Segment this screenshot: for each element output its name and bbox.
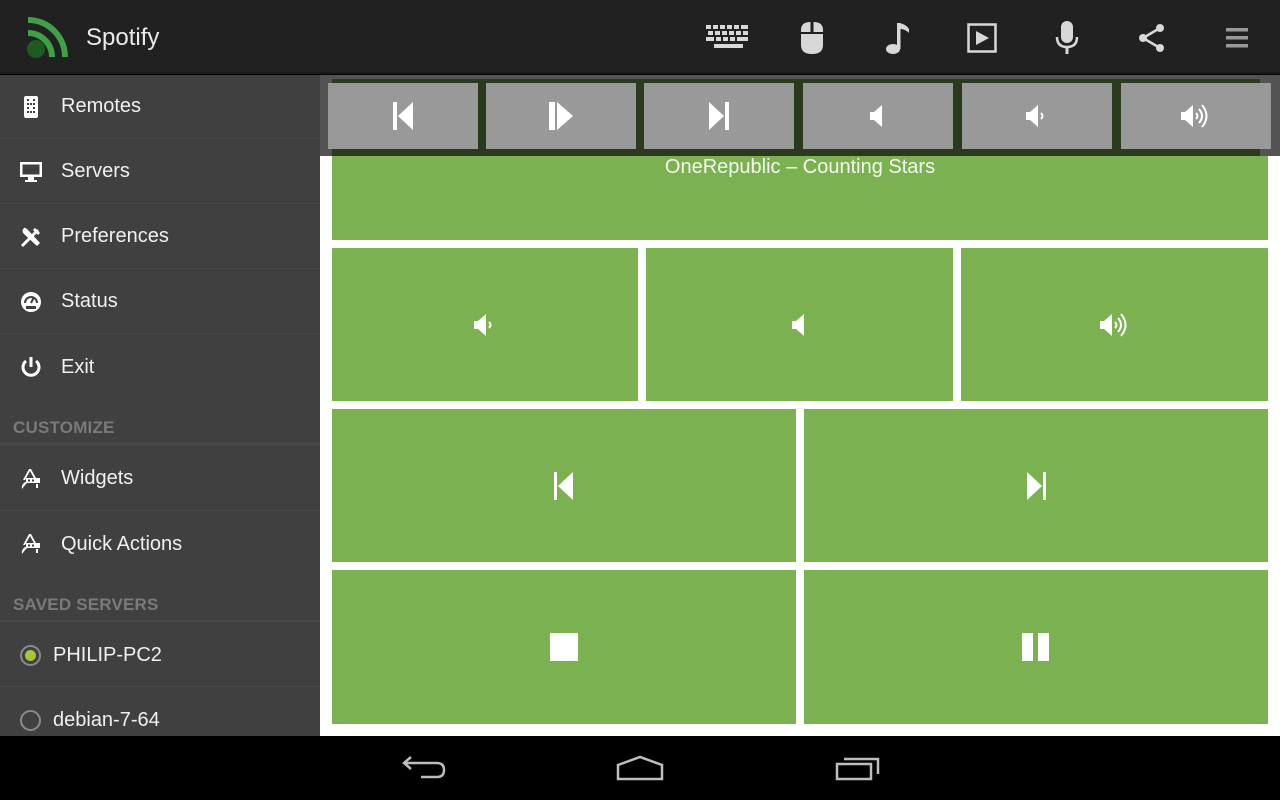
volume-up-icon — [1181, 104, 1208, 128]
remote-icon — [19, 95, 43, 119]
gauge-icon — [19, 290, 43, 314]
volume-mute-icon — [870, 105, 882, 127]
now-playing-title: OneRepublic – Counting Stars — [664, 156, 936, 178]
pause-icon — [1022, 633, 1049, 661]
app-title: Spotify — [86, 24, 160, 51]
previous-tile[interactable] — [332, 409, 796, 562]
volume-up-icon — [1099, 312, 1126, 337]
keyboard-icon[interactable] — [706, 16, 750, 60]
sidebar-item-label: Quick Actions — [61, 532, 183, 555]
back-button[interactable] — [394, 750, 454, 786]
recents-icon — [835, 757, 880, 781]
customize-section-header: CUSTOMIZE — [13, 418, 115, 437]
volume-up-tile[interactable] — [961, 248, 1268, 401]
mute-tile[interactable] — [646, 248, 953, 401]
section-divider — [0, 443, 320, 445]
sidebar-item-exit[interactable]: Exit — [0, 335, 320, 399]
share-icon[interactable] — [1130, 16, 1174, 60]
play-pause-icon — [549, 102, 573, 130]
sidebar-item-label: Remotes — [61, 95, 142, 117]
volume-mute-icon — [791, 313, 804, 336]
volume-down-icon — [474, 313, 492, 336]
volume-mute-button[interactable] — [803, 83, 953, 149]
menu-icon[interactable] — [1215, 16, 1259, 60]
sidebar-item-label: Preferences — [61, 225, 169, 247]
sidebar-item-label: Status — [61, 290, 118, 312]
mouse-icon[interactable] — [790, 16, 834, 60]
skip-next-icon — [709, 102, 729, 130]
server-item-philip-pc2[interactable]: PHILIP-PC2 — [0, 623, 320, 687]
sidebar-item-preferences[interactable]: Preferences — [0, 205, 320, 269]
tools-icon — [19, 225, 43, 249]
now-playing-tile[interactable]: OneRepublic – Counting Stars — [332, 156, 1268, 240]
home-icon — [616, 755, 664, 781]
play-box-icon[interactable] — [960, 16, 1004, 60]
sidebar-item-label: Servers — [61, 160, 130, 182]
monitor-icon — [19, 160, 43, 184]
skip-previous-icon — [554, 471, 573, 500]
sidebar-item-label: Exit — [61, 355, 95, 378]
server-name: debian-7-64 — [53, 709, 160, 731]
server-item-debian-7-64[interactable]: debian-7-64 — [0, 688, 320, 736]
server-name: PHILIP-PC2 — [53, 644, 162, 666]
back-icon — [402, 756, 446, 779]
volume-down-button[interactable] — [962, 83, 1112, 149]
saved-servers-section-header: SAVED SERVERS — [13, 595, 159, 614]
home-button[interactable] — [610, 750, 670, 786]
sidebar-item-quick-actions[interactable]: Quick Actions — [0, 512, 320, 576]
sidebar-item-remotes[interactable]: Remotes — [0, 75, 320, 139]
skip-previous-icon — [393, 102, 413, 130]
music-note-icon[interactable] — [876, 16, 920, 60]
volume-down-tile[interactable] — [332, 248, 638, 401]
pause-tile[interactable] — [804, 570, 1268, 724]
skip-next-icon — [1027, 471, 1046, 500]
system-navigation-bar — [0, 736, 1280, 800]
navigation-drawer: Remotes Servers Preferences Status Exit … — [0, 75, 320, 736]
quick-actions-bar — [320, 75, 1280, 156]
microphone-icon[interactable] — [1045, 16, 1089, 60]
design-icon — [19, 532, 43, 556]
volume-up-button[interactable] — [1121, 83, 1271, 149]
radio-unselected[interactable] — [20, 710, 41, 731]
volume-down-icon — [1026, 105, 1044, 127]
sidebar-item-label: Widgets — [61, 467, 134, 489]
sidebar-item-status[interactable]: Status — [0, 270, 320, 334]
remote-panel: OneRepublic – Counting Stars — [320, 75, 1280, 736]
stop-icon — [550, 633, 578, 661]
play-pause-button[interactable] — [486, 83, 636, 149]
next-tile[interactable] — [804, 409, 1268, 562]
action-bar: Spotify — [0, 0, 1280, 74]
previous-button[interactable] — [328, 83, 478, 149]
sidebar-item-widgets[interactable]: Widgets — [0, 447, 320, 511]
radio-selected[interactable] — [20, 645, 41, 666]
section-divider — [0, 620, 320, 622]
design-icon — [19, 467, 43, 491]
power-icon — [19, 355, 43, 379]
stop-tile[interactable] — [332, 570, 796, 724]
app-logo-icon[interactable] — [24, 15, 70, 61]
next-button[interactable] — [644, 83, 794, 149]
sidebar-item-servers[interactable]: Servers — [0, 140, 320, 204]
recents-button[interactable] — [828, 750, 888, 786]
